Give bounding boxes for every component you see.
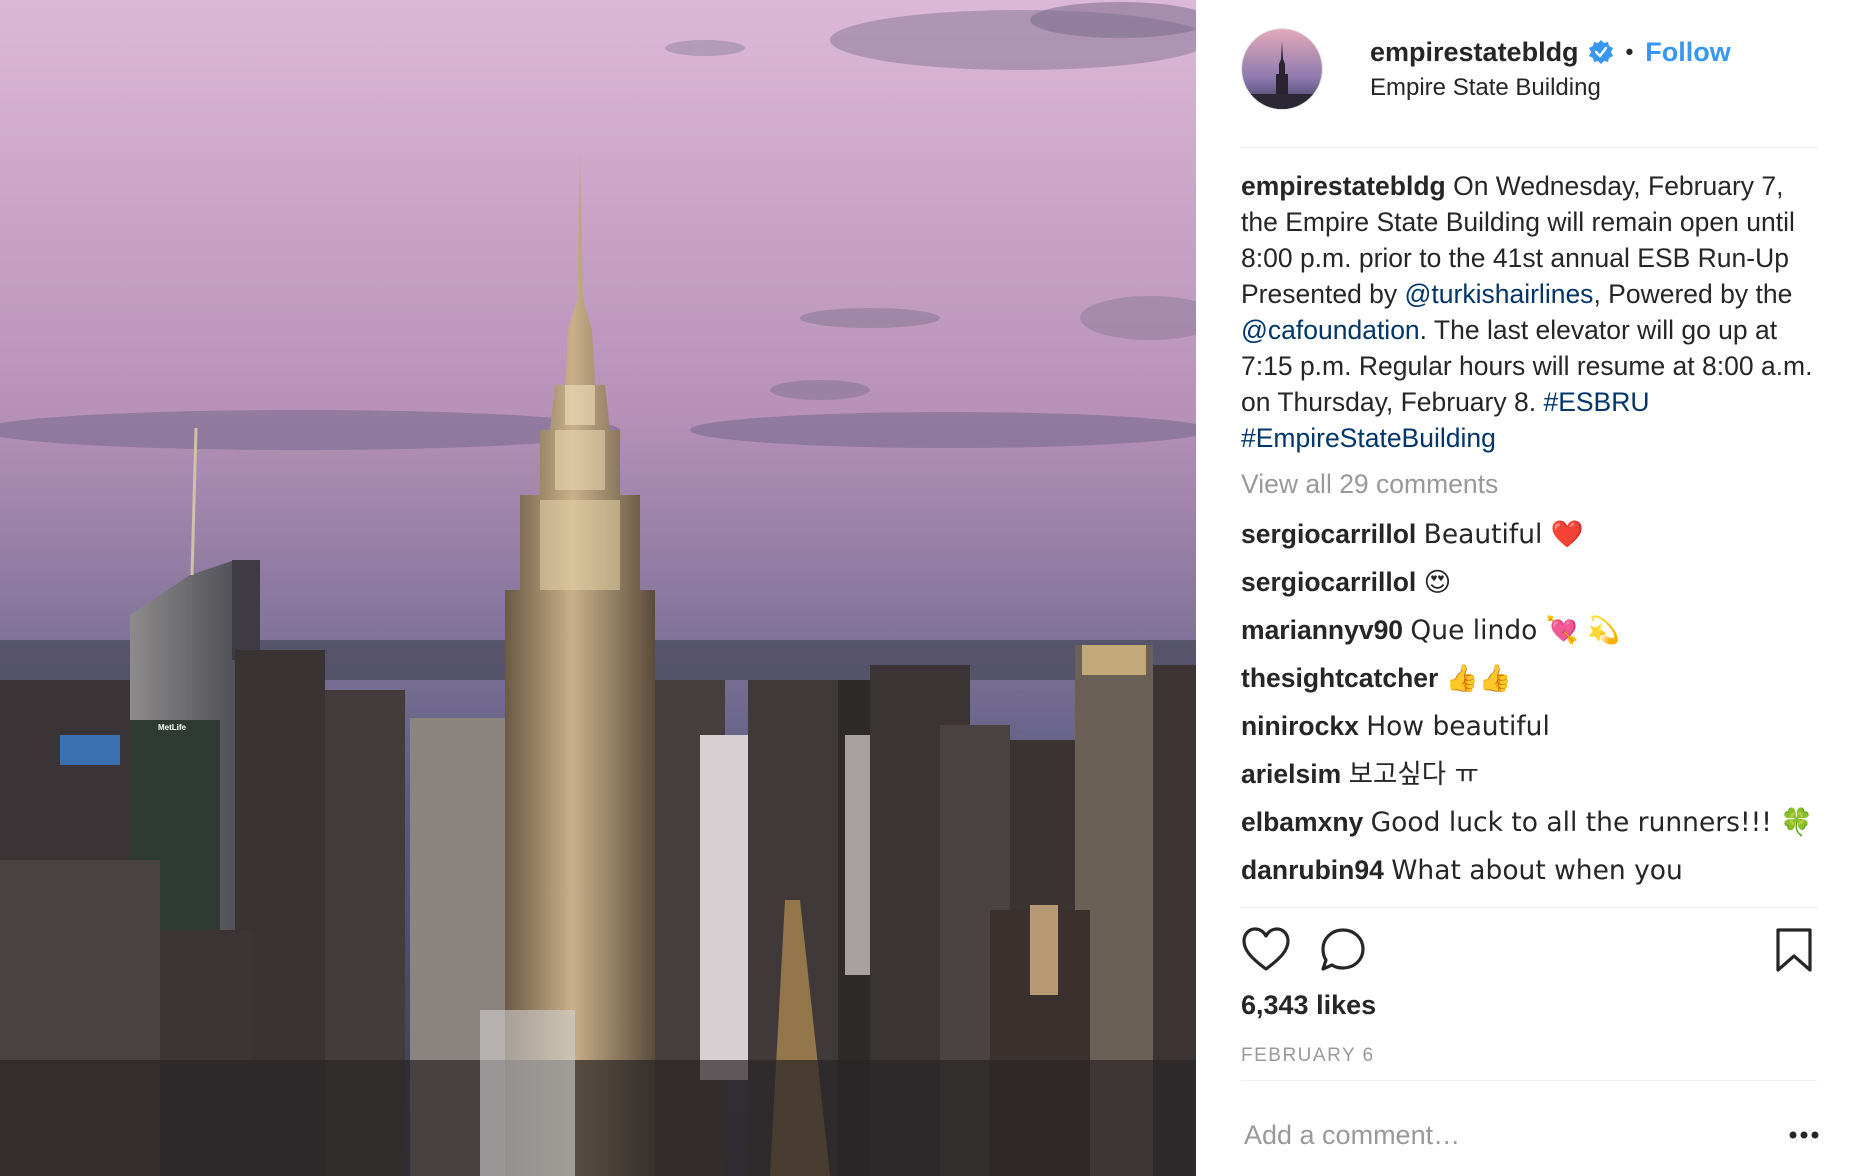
comment-item: thesightcatcher 👍👍 xyxy=(1241,660,1821,696)
comment-text: Que lindo 💘 💫 xyxy=(1410,615,1621,646)
comment-text: How beautiful xyxy=(1366,711,1550,742)
header-username[interactable]: empirestatebldg xyxy=(1370,37,1579,68)
caption-text-2: , Powered by the xyxy=(1593,279,1793,309)
comment-item: sergiocarrillol 😍 xyxy=(1241,564,1821,600)
heart-icon[interactable] xyxy=(1241,926,1291,976)
post-header: empirestatebldg • Follow Empire State Bu… xyxy=(1241,28,1817,120)
header-divider xyxy=(1241,147,1817,148)
skyline-image: MetLife xyxy=(0,0,1196,1176)
comment-item: mariannyv90 Que lindo 💘 💫 xyxy=(1241,612,1821,648)
comment-item: ninirockx How beautiful xyxy=(1241,708,1821,744)
comment-text: Good luck to all the runners!!! 🍀 xyxy=(1370,807,1814,838)
avatar[interactable] xyxy=(1241,28,1323,110)
comment-item: arielsim 보고싶다 ㅠ xyxy=(1241,756,1821,792)
date-divider xyxy=(1241,1080,1817,1081)
caption-username[interactable]: empirestatebldg xyxy=(1241,171,1446,201)
hashtag-esbru[interactable]: #ESBRU xyxy=(1543,387,1649,417)
comment-item: elbamxny Good luck to all the runners!!!… xyxy=(1241,804,1821,840)
likes-count[interactable]: 6,343 likes xyxy=(1241,990,1376,1021)
avatar-image xyxy=(1242,29,1322,109)
post-side-panel: empirestatebldg • Follow Empire State Bu… xyxy=(1196,0,1852,1176)
location-link[interactable]: Empire State Building xyxy=(1370,74,1731,102)
verified-badge-icon xyxy=(1588,39,1614,65)
comment-text: 😍 xyxy=(1423,567,1452,598)
post-photo[interactable]: MetLife xyxy=(0,0,1196,1176)
comment-username[interactable]: ninirockx xyxy=(1241,711,1359,741)
post-date[interactable]: FEBRUARY 6 xyxy=(1241,1045,1375,1067)
comment-text: 보고싶다 ㅠ xyxy=(1348,759,1479,790)
comment-username[interactable]: mariannyv90 xyxy=(1241,615,1403,645)
header-line: empirestatebldg • Follow xyxy=(1370,34,1731,70)
comment-username[interactable]: arielsim xyxy=(1241,759,1341,789)
comment-username[interactable]: elbamxny xyxy=(1241,807,1363,837)
bookmark-icon[interactable] xyxy=(1769,926,1819,976)
comment-item: sergiocarrillol Beautiful ❤️ xyxy=(1241,516,1821,552)
comment-item: danrubin94 What about when you xyxy=(1241,852,1821,888)
mention-turkishairlines[interactable]: @turkishairlines xyxy=(1405,279,1594,309)
post-actions xyxy=(1241,926,1817,978)
mention-cafoundation[interactable]: @cafoundation xyxy=(1241,315,1420,345)
hashtag-empirestatebuilding[interactable]: #EmpireStateBuilding xyxy=(1241,423,1496,453)
instagram-post: MetLife empirestatebldg • Follow Empire … xyxy=(0,0,1852,1176)
comments-divider xyxy=(1241,907,1817,908)
comment-username[interactable]: sergiocarrillol xyxy=(1241,567,1416,597)
comment-text: Beautiful ❤️ xyxy=(1423,519,1584,550)
follow-button[interactable]: Follow xyxy=(1645,37,1730,68)
comment-username[interactable]: danrubin94 xyxy=(1241,855,1384,885)
comment-bubble-icon[interactable] xyxy=(1319,926,1369,976)
post-caption: empirestatebldg On Wednesday, February 7… xyxy=(1241,168,1821,456)
comments-section: empirestatebldg On Wednesday, February 7… xyxy=(1241,168,1821,888)
header-separator: • xyxy=(1625,39,1634,64)
more-options-icon[interactable] xyxy=(1788,1128,1820,1140)
comment-username[interactable]: thesightcatcher xyxy=(1241,663,1438,693)
svg-text:MetLife: MetLife xyxy=(158,723,187,732)
add-comment-input[interactable] xyxy=(1244,1120,1724,1151)
view-all-comments-link[interactable]: View all 29 comments xyxy=(1241,466,1821,502)
comment-text: 👍👍 xyxy=(1445,663,1512,694)
comment-username[interactable]: sergiocarrillol xyxy=(1241,519,1416,549)
header-text: empirestatebldg • Follow Empire State Bu… xyxy=(1370,34,1731,102)
comment-text: What about when you xyxy=(1391,855,1683,886)
